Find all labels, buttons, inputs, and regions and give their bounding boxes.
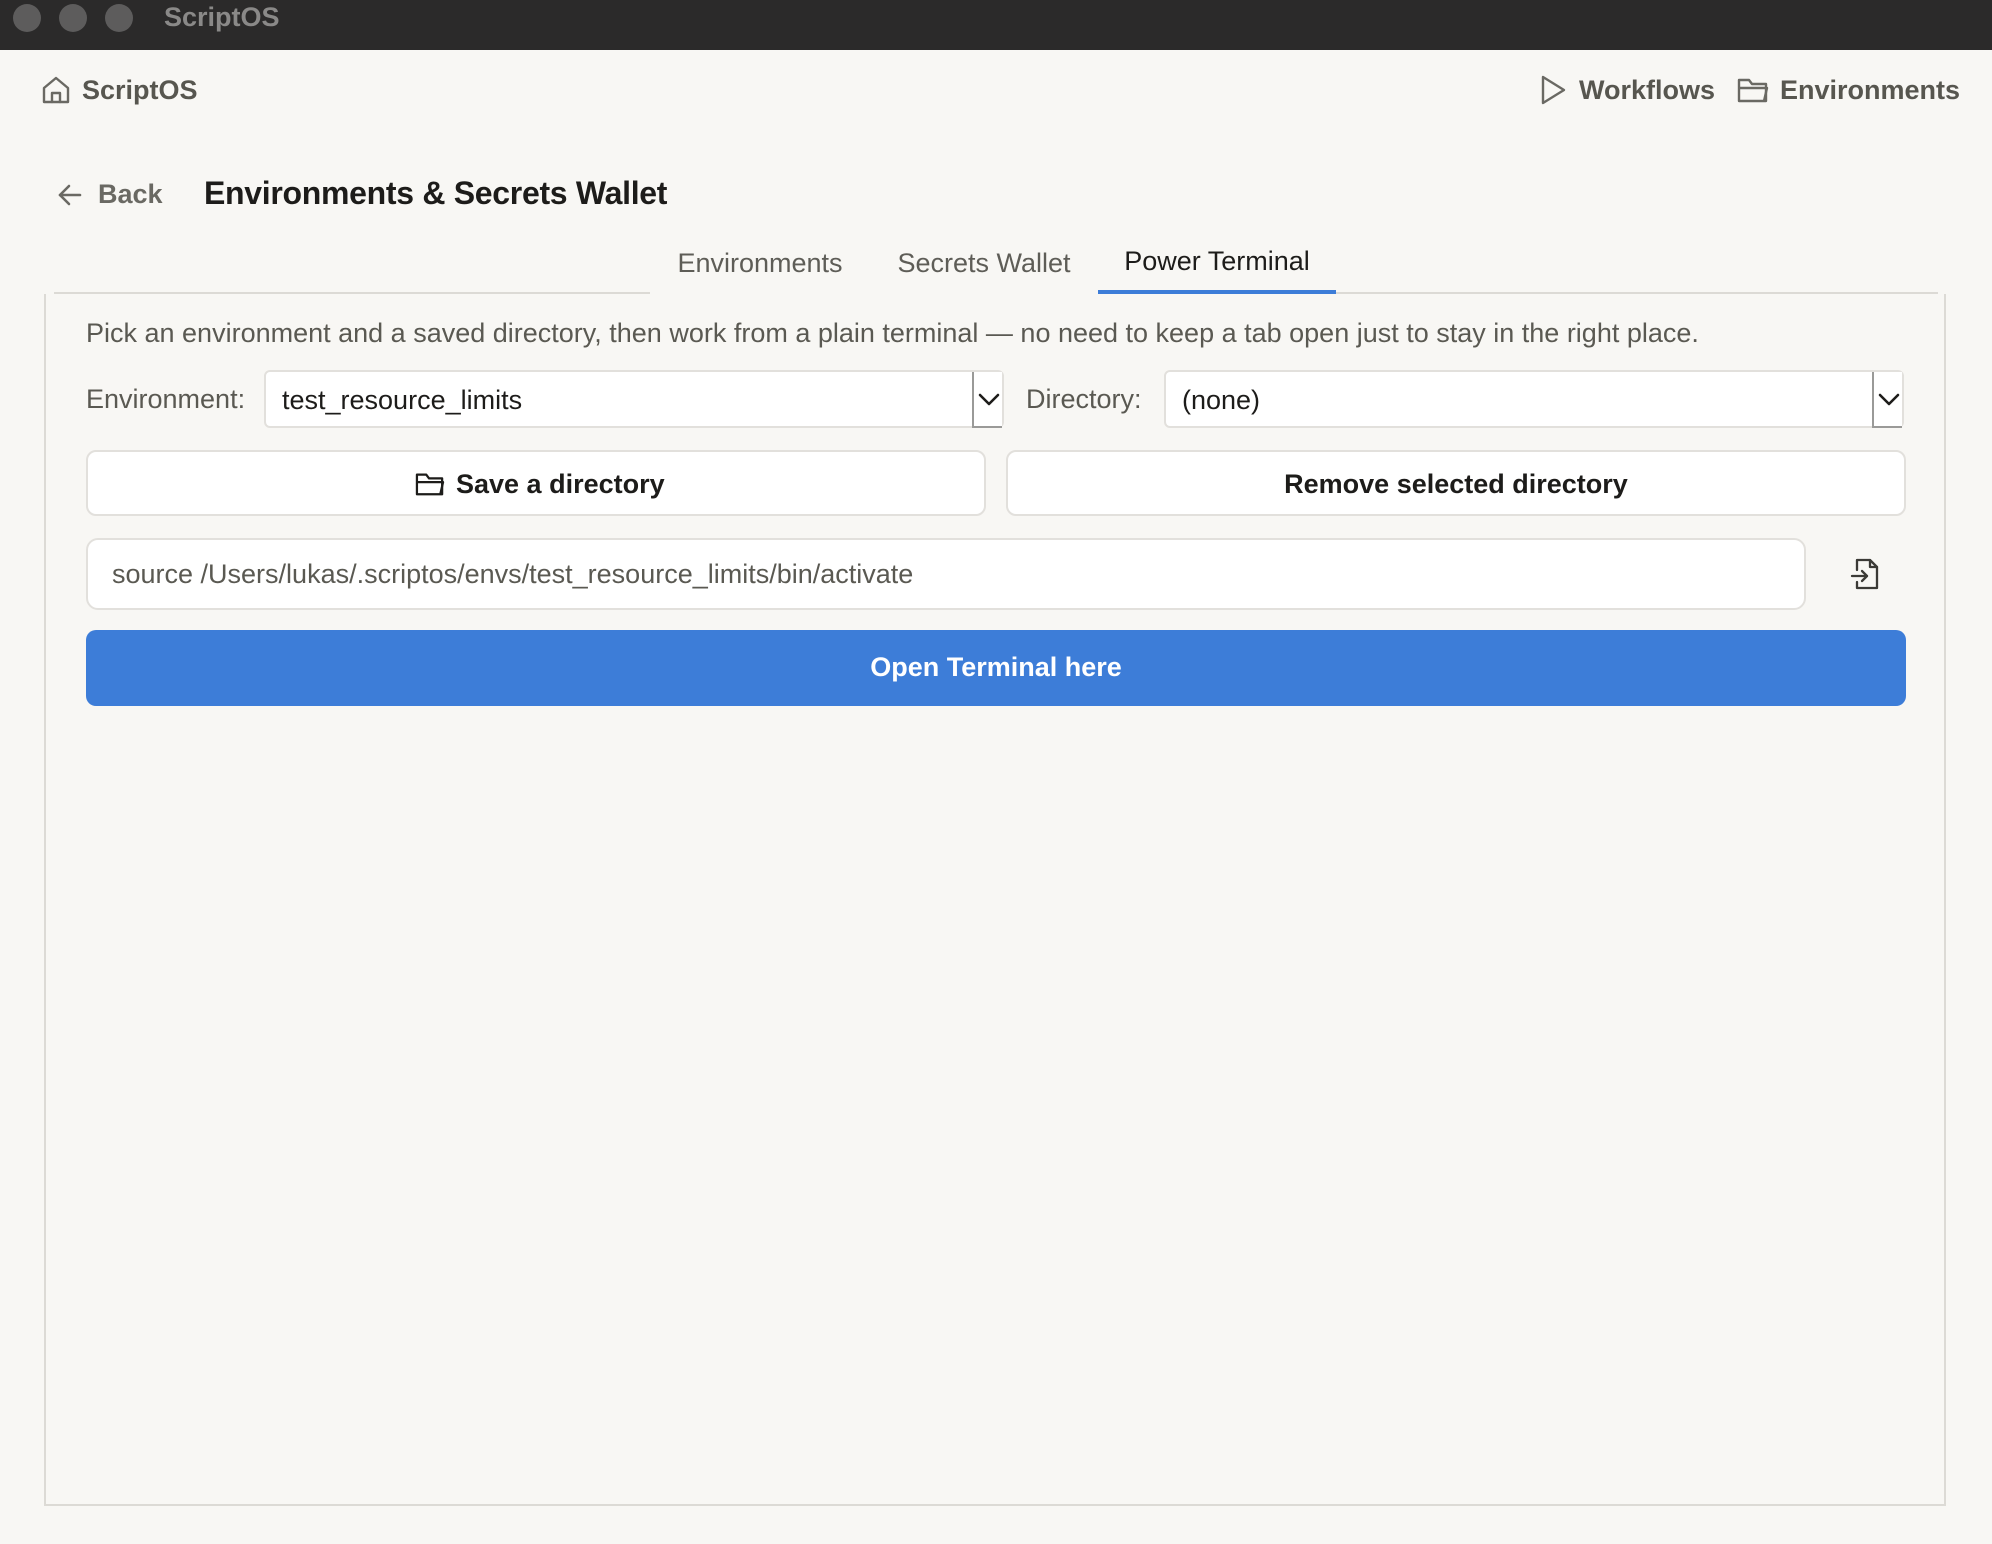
tab-power-terminal[interactable]: Power Terminal xyxy=(1098,246,1336,294)
back-button[interactable]: Back xyxy=(56,176,166,216)
open-terminal-button[interactable]: Open Terminal here xyxy=(86,630,1906,706)
folder-icon xyxy=(414,470,446,498)
remove-directory-label: Remove selected directory xyxy=(1284,469,1628,499)
copy-to-file-icon xyxy=(1850,556,1882,592)
tab-environments[interactable]: Environments xyxy=(672,248,848,296)
open-terminal-label: Open Terminal here xyxy=(870,652,1122,682)
close-window-button[interactable] xyxy=(13,4,41,32)
chevron-down-icon xyxy=(1872,372,1902,428)
nav-workflows-label: Workflows xyxy=(1579,75,1716,105)
play-icon xyxy=(1538,74,1568,106)
directory-select[interactable]: (none) xyxy=(1164,370,1904,428)
directory-label: Directory: xyxy=(1026,384,1142,414)
copy-command-button[interactable] xyxy=(1846,552,1886,596)
window-titlebar: ScriptOS xyxy=(0,0,1992,50)
directory-select-value: (none) xyxy=(1182,385,1261,415)
nav-workflows-link[interactable]: Workflows xyxy=(1536,72,1715,112)
minimize-window-button[interactable] xyxy=(59,4,87,32)
activation-command-text: source /Users/lukas/.scriptos/envs/test_… xyxy=(112,559,914,589)
environment-label: Environment: xyxy=(86,384,246,414)
back-label: Back xyxy=(98,179,163,209)
home-label: ScriptOS xyxy=(82,75,198,105)
environment-select[interactable]: test_resource_limits xyxy=(264,370,1004,428)
remove-directory-button[interactable]: Remove selected directory xyxy=(1006,450,1906,516)
tab-power-terminal-label: Power Terminal xyxy=(1124,246,1310,276)
folder-icon xyxy=(1736,75,1770,105)
nav-environments-link[interactable]: Environments xyxy=(1736,72,1960,112)
tab-secrets-wallet[interactable]: Secrets Wallet xyxy=(884,248,1084,296)
panel-description: Pick an environment and a saved director… xyxy=(86,318,1699,348)
environment-select-value: test_resource_limits xyxy=(282,385,523,415)
nav-environments-label: Environments xyxy=(1780,75,1961,105)
home-icon xyxy=(40,74,72,106)
save-directory-button[interactable]: Save a directory xyxy=(86,450,986,516)
arrow-left-icon xyxy=(56,181,84,209)
save-directory-label: Save a directory xyxy=(456,469,665,499)
chevron-down-icon xyxy=(972,372,1002,428)
window-title: ScriptOS xyxy=(164,2,280,32)
page-title: Environments & Secrets Wallet xyxy=(204,175,668,211)
zoom-window-button[interactable] xyxy=(105,4,133,32)
activation-command-field[interactable]: source /Users/lukas/.scriptos/envs/test_… xyxy=(86,538,1806,610)
